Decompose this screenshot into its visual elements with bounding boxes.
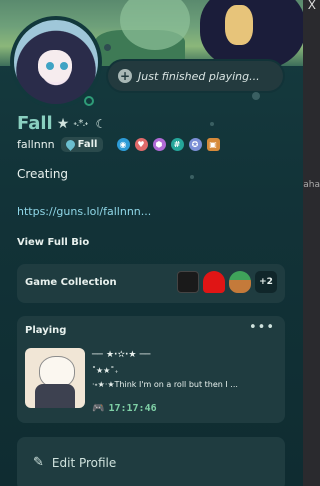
decor-dot xyxy=(252,92,260,100)
heart-soul-icon[interactable] xyxy=(203,271,225,293)
sparkle-deco: ˖.*.˖ xyxy=(73,118,88,129)
close-icon[interactable]: X xyxy=(308,0,316,12)
gift-badge-icon[interactable]: ▣ xyxy=(206,138,220,151)
controller-icon: 🎮 xyxy=(92,403,105,414)
username-row: fallnnn Fall ◉ ♥ ⬢ # ✪ ▣ xyxy=(17,137,220,152)
edit-profile-button[interactable]: ✎ Edit Profile xyxy=(17,437,285,486)
activity-state: ·˖★·★Think I'm on a roll but then I ... xyxy=(92,380,238,389)
ring-badge-icon[interactable]: ✪ xyxy=(188,138,202,151)
server-tag-label: Fall xyxy=(77,139,98,150)
online-status-icon xyxy=(80,92,98,110)
more-games-count[interactable]: +2 xyxy=(255,271,277,293)
avatar[interactable] xyxy=(10,16,102,110)
playing-activity-panel: Playing ••• ── ★·✫·★ ── ˚★★˚₊ ·˖★·★Think… xyxy=(17,316,285,423)
more-options-icon[interactable]: ••• xyxy=(249,320,275,335)
star-icon: ★ xyxy=(56,115,70,132)
badge-list: ◉ ♥ ⬢ # ✪ ▣ xyxy=(116,138,220,151)
display-name-row: Fall ★ ˖.*.˖ ☾ xyxy=(17,113,106,134)
nitro-icon[interactable]: ◉ xyxy=(116,138,130,151)
game-collection-panel[interactable]: Game Collection +2 xyxy=(17,264,285,303)
background-text: aha xyxy=(303,180,320,190)
bio-link[interactable]: https://guns.lol/fallnnn... xyxy=(17,205,151,218)
activity-detail: ˚★★˚₊ xyxy=(92,366,119,375)
view-full-bio-link[interactable]: View Full Bio xyxy=(17,237,89,248)
activity-cover-image[interactable] xyxy=(25,348,85,408)
custom-status-text: Just finished playing... xyxy=(138,69,260,83)
pencil-icon: ✎ xyxy=(33,455,44,470)
activity-elapsed-time: 17:17:46 xyxy=(108,403,157,414)
undertale-dog-icon[interactable] xyxy=(177,271,199,293)
heart-badge-icon[interactable]: ♥ xyxy=(134,138,148,151)
playing-label: Playing xyxy=(25,325,67,336)
hash-badge-icon[interactable]: # xyxy=(170,138,184,151)
tag-drop-icon xyxy=(63,138,77,151)
decor-dot xyxy=(104,44,111,51)
game-collection-label: Game Collection xyxy=(25,277,117,288)
moon-icon: ☾ xyxy=(95,116,107,131)
game-icons: +2 xyxy=(177,271,277,293)
display-name: Fall xyxy=(17,113,53,134)
plus-icon: + xyxy=(118,69,132,83)
profile-card: + Just finished playing... Fall ★ ˖.*.˖ … xyxy=(0,0,304,486)
custom-status-bubble[interactable]: + Just finished playing... xyxy=(108,61,283,91)
username[interactable]: fallnnn xyxy=(17,138,55,151)
bowl-game-icon[interactable] xyxy=(229,271,251,293)
background-window-edge: X aha xyxy=(303,0,320,486)
bio-status: Creating xyxy=(17,167,69,181)
activity-title: ── ★·✫·★ ── xyxy=(92,350,151,360)
server-tag[interactable]: Fall xyxy=(60,137,103,152)
decor-dot xyxy=(190,175,194,179)
edit-profile-label: Edit Profile xyxy=(51,455,117,470)
activity-elapsed: 🎮 17:17:46 xyxy=(92,403,157,414)
decor-dot xyxy=(210,122,214,126)
hexagon-badge-icon[interactable]: ⬢ xyxy=(152,138,166,151)
